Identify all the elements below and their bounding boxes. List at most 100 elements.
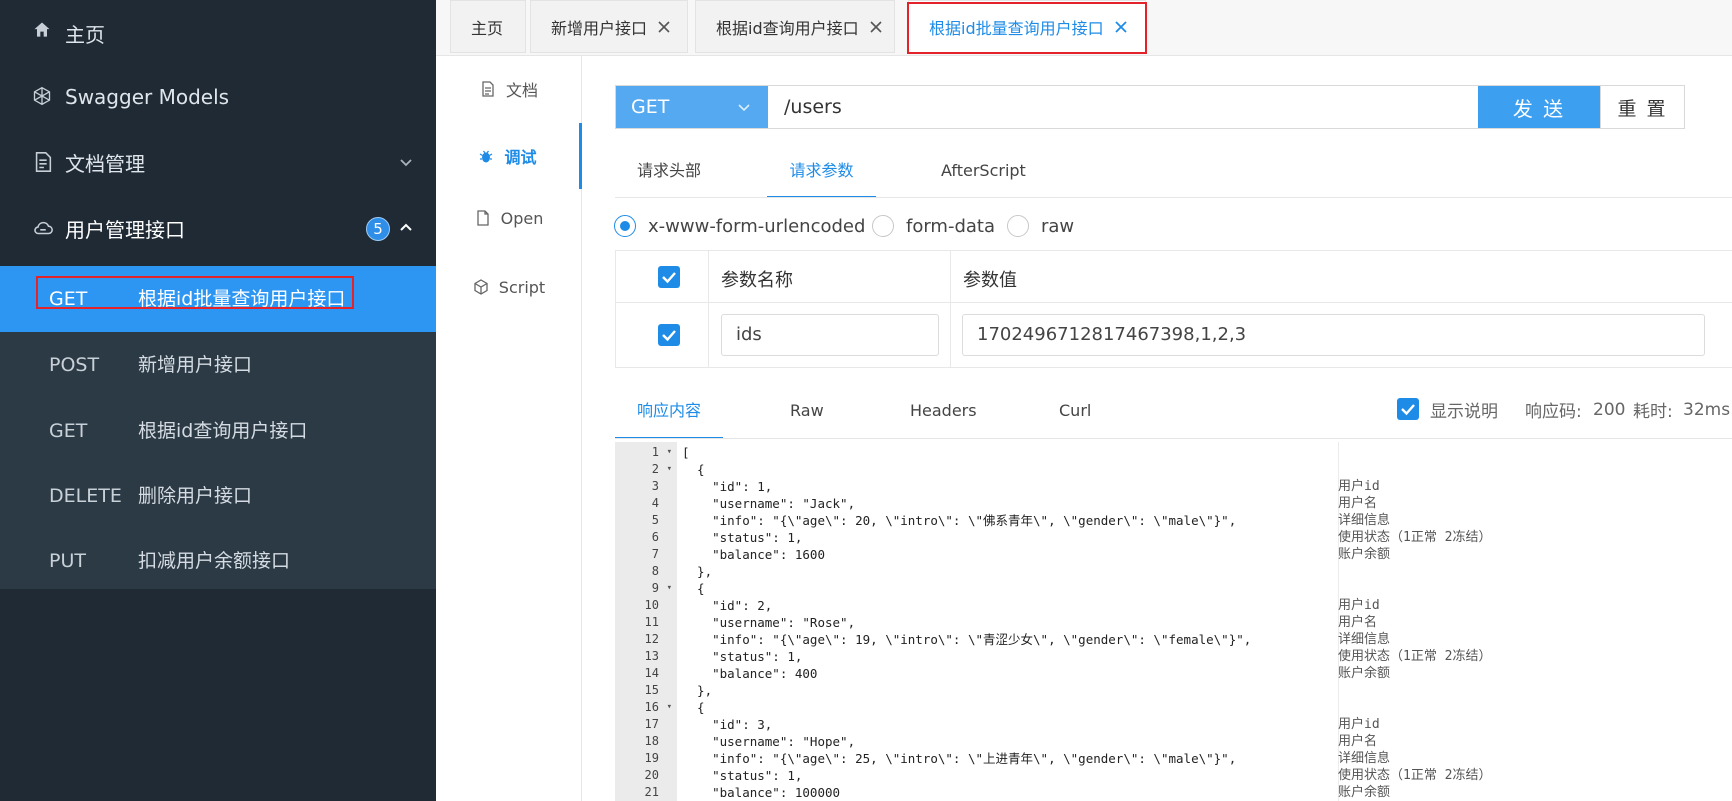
- tab-request-headers[interactable]: 请求头部: [637, 150, 701, 198]
- reset-button[interactable]: 重 置: [1600, 86, 1684, 128]
- divider: [615, 197, 1732, 198]
- chevron-down-icon: [738, 104, 750, 112]
- tab-response-curl[interactable]: Curl: [1059, 397, 1091, 439]
- field-description: 账户余额: [1338, 666, 1391, 681]
- line-number: 14: [615, 665, 677, 682]
- table-cell: [616, 303, 709, 367]
- mode-label: Open: [500, 208, 544, 228]
- url-input[interactable]: [768, 86, 1493, 128]
- sidebar-item-swagger-models[interactable]: Swagger Models: [0, 64, 436, 130]
- tab-bar: 主页 新增用户接口 根据id查询用户接口 根据id批量查询用户接口: [436, 0, 1732, 56]
- field-description: 用户名: [1338, 615, 1378, 630]
- tab-response-content[interactable]: 响应内容: [615, 397, 723, 439]
- row-checkbox[interactable]: [658, 324, 680, 346]
- field-description: 用户id: [1338, 717, 1380, 732]
- tab-batch-query[interactable]: 根据id批量查询用户接口: [908, 0, 1146, 53]
- radio-form-data[interactable]: form-data: [872, 214, 995, 238]
- line-number-text: 3: [651, 479, 659, 493]
- line-number: 9 ▾: [615, 580, 677, 597]
- sidebar-item-home[interactable]: 主页: [0, 0, 436, 66]
- line-number-text: 7: [651, 547, 659, 561]
- sidebar-item-doc-manage[interactable]: 文档管理: [0, 129, 436, 195]
- tab-request-params[interactable]: 请求参数: [767, 150, 876, 198]
- line-number-text: 17: [644, 717, 659, 731]
- column-header: 参数名称: [721, 270, 793, 291]
- radio-raw[interactable]: raw: [1007, 214, 1074, 238]
- tab-query-by-id[interactable]: 根据id查询用户接口: [695, 0, 895, 53]
- submenu-item-add-user[interactable]: POST 新增用户接口: [0, 332, 436, 398]
- submenu-item-delete-user[interactable]: DELETE 删除用户接口: [0, 463, 436, 529]
- code-line: "status": 1,: [682, 530, 803, 545]
- field-description: 详细信息: [1338, 632, 1391, 647]
- sidebar-item-label: 用户管理接口: [65, 217, 185, 242]
- method-select[interactable]: GET: [616, 86, 768, 128]
- line-number: 4: [615, 495, 677, 512]
- table-cell: [616, 251, 709, 302]
- cube-icon: [474, 279, 488, 295]
- line-number-text: 8: [651, 564, 659, 578]
- check-icon: [662, 272, 676, 284]
- line-number: 15: [615, 682, 677, 699]
- radio-label: form-data: [906, 215, 996, 237]
- code-line: "id": 1,: [682, 479, 773, 494]
- sidebar-item-label: 主页: [65, 22, 105, 47]
- table-cell: 1702496712817467398,1,2,3: [951, 303, 1732, 367]
- show-description-checkbox[interactable]: [1397, 398, 1419, 420]
- http-method: PUT: [49, 550, 86, 572]
- tab-label: 根据id批量查询用户接口: [929, 18, 1104, 38]
- mode-script[interactable]: Script: [436, 254, 582, 320]
- tab-after-script[interactable]: AfterScript: [941, 150, 1026, 198]
- param-name-input[interactable]: ids: [721, 314, 939, 356]
- field-description: 账户余额: [1338, 547, 1391, 562]
- cloud-icon: [34, 221, 53, 235]
- home-icon: [34, 22, 50, 37]
- mode-debug[interactable]: 调试: [436, 123, 582, 189]
- tab-add-user[interactable]: 新增用户接口: [530, 0, 688, 53]
- close-icon[interactable]: [1114, 20, 1128, 34]
- chevron-down-icon: [400, 159, 412, 167]
- param-value-input[interactable]: 1702496712817467398,1,2,3: [962, 314, 1705, 356]
- submenu-item-label: 删除用户接口: [138, 485, 253, 507]
- count-badge: 5: [366, 217, 390, 241]
- mode-doc[interactable]: 文档: [436, 56, 582, 122]
- sidebar: 主页 Swagger Models 文档管理 用户管理接口 5 GET 根据id…: [0, 0, 436, 801]
- http-method: GET: [49, 420, 88, 442]
- code-line: "balance": 400: [682, 666, 818, 681]
- close-icon[interactable]: [869, 20, 883, 34]
- line-number: 8: [615, 563, 677, 580]
- bug-icon: [480, 150, 493, 163]
- code-line: "username": "Hope",: [682, 734, 856, 749]
- elapsed-time-label: 耗时:: [1633, 402, 1673, 422]
- close-icon[interactable]: [657, 20, 671, 34]
- mode-open[interactable]: Open: [436, 185, 582, 251]
- show-description-label: 显示说明: [1430, 402, 1498, 422]
- line-number-text: 2: [651, 462, 659, 476]
- code-line: "balance": 100000: [682, 785, 841, 800]
- field-description: 详细信息: [1338, 751, 1391, 766]
- response-editor[interactable]: 1 ▾ 2 ▾ 3 4 5 6 7 8 9 ▾ 10 11 12 13 14 15 16 ▾ 17 18 19 20 21 [ …: [615, 442, 1732, 801]
- fold-toggle-icon[interactable]: ▾: [667, 461, 672, 478]
- select-all-checkbox[interactable]: [658, 266, 680, 288]
- radio-label: x-www-form-urlencoded: [648, 215, 866, 237]
- submenu-item-deduct-balance[interactable]: PUT 扣减用户余额接口: [0, 528, 436, 594]
- line-number: 7: [615, 546, 677, 563]
- code-line: {: [682, 581, 705, 596]
- code-line: "id": 3,: [682, 717, 773, 732]
- submenu-item-batch-query[interactable]: GET 根据id批量查询用户接口: [0, 266, 436, 332]
- code-line: "info": "{\"age\": 25, \"intro\": \"上进青年…: [682, 751, 1237, 766]
- tab-response-raw[interactable]: Raw: [790, 397, 824, 439]
- line-number-text: 13: [644, 649, 659, 663]
- tab-response-headers[interactable]: Headers: [910, 397, 977, 439]
- fold-toggle-icon[interactable]: ▾: [667, 580, 672, 597]
- radio-urlencoded[interactable]: x-www-form-urlencoded: [614, 214, 865, 238]
- submenu-item-query-by-id[interactable]: GET 根据id查询用户接口: [0, 398, 436, 464]
- tab-home[interactable]: 主页: [450, 0, 526, 53]
- fold-toggle-icon[interactable]: ▾: [667, 444, 672, 461]
- line-number-text: 14: [644, 666, 659, 680]
- radio-circle: [1007, 215, 1029, 237]
- check-icon: [662, 330, 676, 342]
- line-number: 16 ▾: [615, 699, 677, 716]
- fold-toggle-icon[interactable]: ▾: [667, 699, 672, 716]
- send-button[interactable]: 发 送: [1478, 86, 1600, 128]
- code-line: "username": "Rose",: [682, 615, 856, 630]
